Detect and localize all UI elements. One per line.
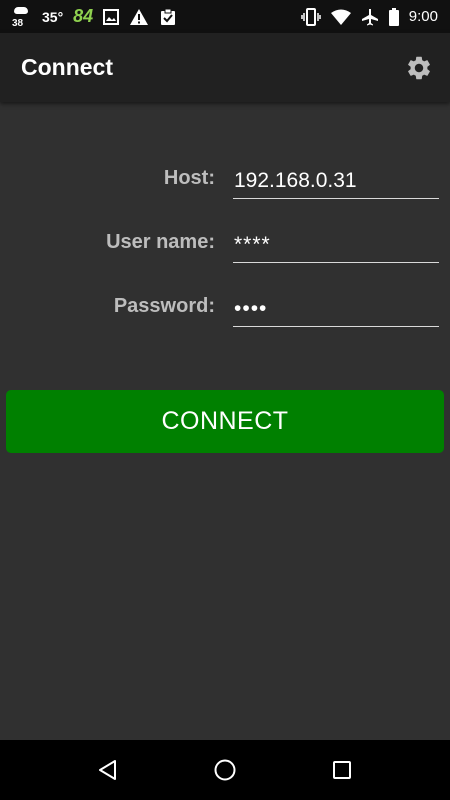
username-input[interactable] (233, 227, 439, 263)
clock: 9:00 (408, 8, 438, 25)
recents-button[interactable] (317, 745, 367, 795)
status-bar: 38 35° 84 9:00 (0, 0, 450, 33)
status-right: 9:00 (301, 7, 438, 26)
aqi-value: 84 (73, 6, 94, 26)
nav-bar (0, 740, 450, 800)
temperature: 35° (42, 8, 64, 25)
back-button[interactable] (83, 745, 133, 795)
weather-temp-small: 38 (12, 17, 24, 29)
password-input[interactable] (233, 291, 439, 327)
image-icon (103, 8, 120, 25)
host-label: Host: (163, 167, 215, 189)
screen: 38 35° 84 9:00 Connect Host: 192.168.0.3… (0, 0, 450, 800)
weather-icon: 38 (12, 5, 32, 29)
recents-icon (332, 761, 351, 779)
host-input[interactable] (233, 163, 439, 199)
app-bar: Connect (0, 33, 450, 102)
home-button[interactable] (200, 745, 250, 795)
status-left: 38 35° 84 (12, 5, 177, 29)
clipboard-check-icon (159, 8, 177, 26)
vibrate-icon (301, 7, 321, 26)
back-icon (99, 760, 117, 780)
settings-button[interactable] (402, 51, 436, 85)
host-row: Host: (0, 163, 450, 203)
page-title: Connect (21, 54, 113, 80)
wifi-icon (330, 9, 351, 25)
connect-button[interactable]: CONNECT (6, 390, 444, 453)
password-label: Password: (113, 295, 215, 317)
warning-icon (129, 8, 149, 26)
airplane-icon (361, 8, 379, 26)
username-label: User name: (106, 231, 215, 253)
username-row: User name: (0, 227, 450, 267)
home-icon (214, 759, 236, 781)
gear-icon (408, 56, 430, 79)
battery-icon (388, 7, 399, 26)
password-row: Password: (0, 291, 450, 331)
